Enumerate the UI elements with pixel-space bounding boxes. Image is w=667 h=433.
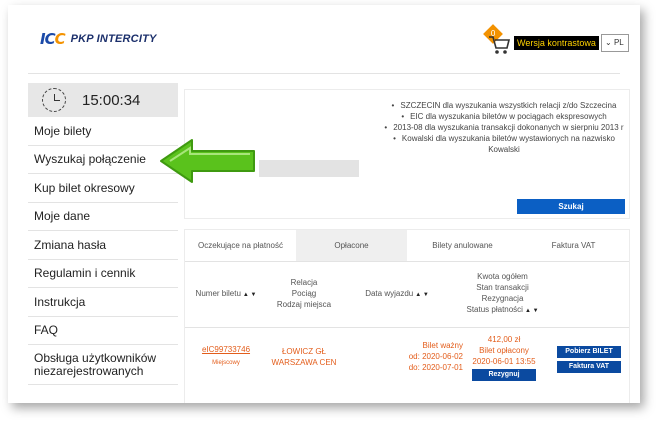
logo-text: PKP INTERCITY (70, 33, 157, 45)
ticket-tabs: Oczekujące na płatność Opłacone Bilety a… (185, 230, 629, 262)
sort-icon[interactable]: ▲ ▼ (415, 292, 429, 298)
tab-cancelled-tickets[interactable]: Bilety anulowane (407, 230, 518, 261)
ticket-number-link[interactable]: eIC99733746 (191, 344, 261, 355)
search-hints: SZCZECIN dla wyszukania wszystkich relac… (379, 100, 629, 155)
clock-icon (42, 88, 66, 112)
tab-vat-invoice[interactable]: Faktura VAT (518, 230, 629, 261)
language-select[interactable]: ⌄ PL (601, 34, 629, 52)
search-button[interactable]: Szukaj (517, 199, 625, 214)
session-clock: 15:00:34 (28, 83, 178, 117)
column-departure-date[interactable]: Data wyjazdu ▲ ▼ (357, 288, 437, 301)
sidebar-item-faq[interactable]: FAQ (28, 317, 178, 345)
table-header: Numer biletu ▲ ▼ Relacja Pociąg Rodzaj mi… (185, 262, 629, 328)
sidebar-item-change-password[interactable]: Zmiana hasła (28, 231, 178, 260)
vat-invoice-button[interactable]: Faktura VAT (557, 361, 621, 373)
column-amount-status: Kwota ogółem Stan transakcji Rezygnacja … (466, 272, 539, 314)
relation-cell: ŁOWICZ GŁ WARSZAWA CEN (271, 347, 337, 367)
payment-cell: 412,00 zł Bilet opłacony 2020-06-01 13:5… (465, 334, 543, 381)
sidebar-item-terms[interactable]: Regulamin i cennik (28, 260, 178, 288)
pkp-intercity-logo[interactable]: ICC PKP INTERCITY (40, 29, 157, 49)
contrast-version-button[interactable]: Wersja kontrastowa (514, 36, 599, 50)
search-hint: EIC dla wyszukania biletów w pociągach e… (379, 111, 629, 122)
validity-cell: Bilet ważny od: 2020-06-02 do: 2020-07-0… (408, 341, 463, 372)
search-input[interactable] (259, 160, 359, 177)
header-divider (28, 73, 620, 74)
search-hint: Kowalski dla wyszukania biletów wystawio… (379, 133, 629, 155)
download-ticket-button[interactable]: Pobierz BILET (557, 346, 621, 358)
sidebar-item-instructions[interactable]: Instrukcja (28, 288, 178, 317)
logo-mark: ICC (40, 30, 66, 48)
app-window: ICC PKP INTERCITY 0 Wersja kontrastowa ⌄… (8, 5, 640, 403)
search-hint: 2013-08 dla wyszukania transakcji dokona… (379, 122, 629, 133)
resign-button[interactable]: Rezygnuj (472, 369, 536, 381)
clock-time: 15:00:34 (82, 91, 141, 109)
sort-icon[interactable]: ▲ ▼ (525, 308, 539, 314)
annotation-arrow-icon (160, 139, 255, 183)
search-hint: SZCZECIN dla wyszukania wszystkich relac… (379, 100, 629, 111)
sidebar-item-my-data[interactable]: Moje dane (28, 203, 178, 231)
ticket-type: Miejscowy (212, 360, 240, 366)
sidebar: 15:00:34 Moje bilety Wyszukaj połączenie… (28, 83, 178, 385)
ticket-number-cell: eIC99733746 Miejscowy (191, 344, 261, 369)
sidebar-item-my-tickets[interactable]: Moje bilety (28, 117, 178, 146)
column-ticket-number[interactable]: Numer biletu ▲ ▼ (191, 288, 261, 301)
sidebar-item-unregistered-users[interactable]: Obsługa użytkowników niezarejestrowanych (28, 345, 178, 385)
sort-icon[interactable]: ▲ ▼ (243, 292, 257, 298)
cart-icon[interactable]: 0 (483, 24, 511, 55)
table-row: eIC99733746 Miejscowy ŁOWICZ GŁ WARSZAWA… (185, 328, 629, 388)
chevron-down-icon: ⌄ (605, 38, 612, 47)
column-relation: Relacja Pociąg Rodzaj miejsca (276, 278, 332, 309)
actions-cell: Pobierz BILET Faktura VAT (557, 346, 621, 373)
sidebar-item-search-connection[interactable]: Wyszukaj połączenie (28, 146, 178, 174)
sidebar-item-buy-season-ticket[interactable]: Kup bilet okresowy (28, 174, 178, 203)
tickets-panel: Oczekujące na płatność Opłacone Bilety a… (184, 229, 630, 403)
tab-pending-payment[interactable]: Oczekujące na płatność (185, 230, 296, 261)
tab-paid[interactable]: Opłacone (296, 230, 407, 261)
